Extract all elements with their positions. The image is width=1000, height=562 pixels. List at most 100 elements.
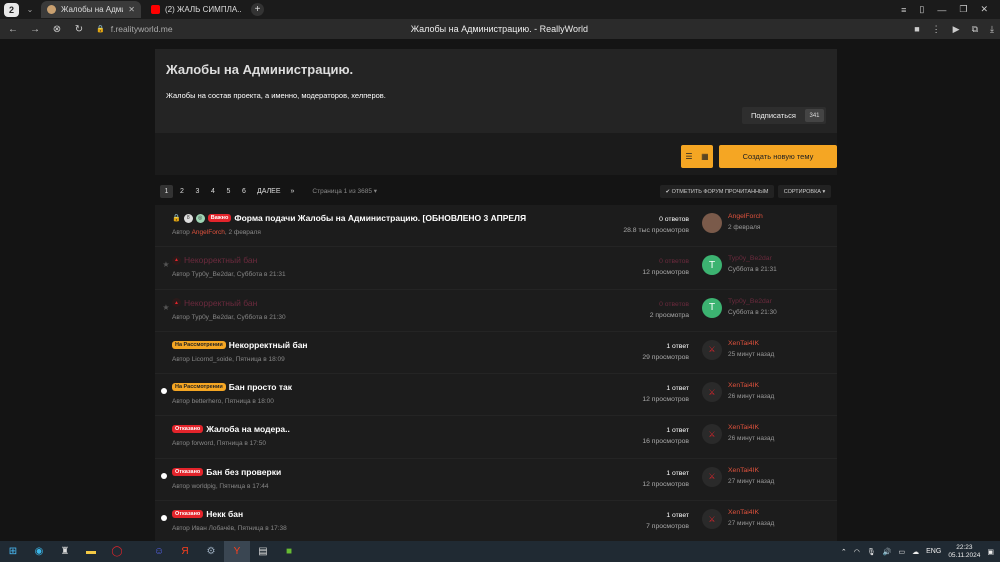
thread-row[interactable]: Отказано Бан без проверки Автор worldpig… — [155, 458, 837, 502]
thread-author[interactable]: Иван Лобачёв — [192, 525, 234, 532]
last-page-button[interactable]: » — [291, 188, 295, 195]
url-field[interactable]: 🔒 f.realityworld.me Жалобы на Администра… — [96, 21, 966, 37]
steam-icon[interactable]: ⚙ — [198, 541, 224, 562]
thread-title[interactable]: Бан просто так — [229, 382, 292, 392]
avatar[interactable] — [702, 213, 722, 233]
thread-author[interactable]: Licornd_soide — [192, 356, 232, 363]
avatar[interactable]: T — [702, 297, 722, 318]
display-icon[interactable]: ▭ — [899, 548, 906, 556]
thread-title[interactable]: Некорректный бан — [184, 298, 257, 308]
unread-dot-icon[interactable] — [161, 515, 167, 522]
page-jump[interactable]: Страница 1 из 3685 ▾ — [312, 187, 377, 195]
protect-icon[interactable]: ⊗ — [46, 24, 68, 35]
sort-button[interactable]: СОРТИРОВКА ▾ — [778, 185, 831, 198]
opera-icon[interactable]: ◯ — [104, 541, 130, 562]
thread-author[interactable]: forword — [192, 440, 214, 447]
list-view-icon[interactable]: ☰ — [685, 152, 692, 161]
volume-icon[interactable]: 🔊 — [883, 548, 892, 556]
thread-row[interactable]: ★ ▲ Некорректный бан Автор Typ0y_Be2dar,… — [155, 289, 837, 332]
clock[interactable]: 22:23 05.11.2024 — [948, 544, 980, 560]
close-window-icon[interactable]: ✕ — [980, 4, 988, 15]
subscribe-button[interactable]: Подписаться 341 — [742, 107, 826, 124]
last-post-user[interactable]: XenTai4IK — [728, 467, 759, 474]
page-2[interactable]: 2 — [176, 185, 189, 198]
explorer-icon[interactable]: ▬ — [78, 541, 104, 562]
thread-title[interactable]: Бан без проверки — [206, 467, 281, 477]
close-icon[interactable]: ✕ — [128, 5, 135, 14]
thread-author[interactable]: Typ0y_Be2dar — [192, 271, 234, 278]
last-post-user[interactable]: Typ0y_Be2dar — [728, 255, 772, 262]
thread-title[interactable]: Некк бан — [206, 509, 243, 519]
table-view-icon[interactable]: ▦ — [701, 152, 709, 161]
last-post-user[interactable]: XenTai4IK — [728, 424, 759, 431]
bookmark-icon[interactable]: ▯ — [919, 4, 924, 15]
thread-row[interactable]: ★ ▲ Некорректный бан Автор Typ0y_Be2dar,… — [155, 247, 837, 290]
download-icon[interactable]: ⤓ — [990, 24, 994, 35]
thread-author[interactable]: Typ0y_Be2dar — [192, 314, 234, 321]
page-6[interactable]: 6 — [238, 185, 251, 198]
yandex-icon[interactable]: Я — [172, 541, 198, 562]
view-toggle[interactable]: ☰ ▦ — [681, 145, 713, 168]
avatar[interactable]: ⚔ — [702, 466, 722, 487]
next-page-button[interactable]: ДАЛЕЕ — [257, 188, 281, 195]
forward-icon[interactable]: → — [24, 24, 46, 35]
menu-icon[interactable]: ≡ — [901, 5, 906, 15]
yandex-browser-icon[interactable]: Y — [224, 541, 250, 562]
restore-icon[interactable]: ❐ — [959, 4, 967, 15]
app2-icon[interactable]: ▤ — [250, 541, 276, 562]
thread-row[interactable]: 🔒 8 ◎ Важно Форма подачи Жалобы на Админи… — [155, 205, 837, 248]
thread-title[interactable]: Некорректный бан — [184, 255, 257, 265]
avatar[interactable]: ⚔ — [702, 339, 722, 360]
back-icon[interactable]: ← — [2, 24, 24, 35]
thread-title[interactable]: Некорректный бан — [229, 340, 308, 350]
thread-author[interactable]: AngelForch — [192, 229, 225, 236]
new-tab-button[interactable]: + — [251, 3, 264, 16]
minecraft-icon[interactable]: ■ — [276, 541, 302, 562]
bookmark-star-icon[interactable]: ■ — [914, 24, 919, 35]
thread-row[interactable]: На Рассмотрении Бан просто так Автор bet… — [155, 374, 837, 417]
wifi-icon[interactable]: ◠ — [854, 548, 860, 556]
star-icon[interactable]: ★ — [161, 303, 171, 312]
last-post-user[interactable]: XenTai4IK — [728, 340, 759, 347]
page-4[interactable]: 4 — [207, 185, 220, 198]
edge-icon[interactable]: ◉ — [26, 541, 52, 562]
chevron-down-icon[interactable]: ⌄ — [23, 5, 37, 14]
notifications-icon[interactable]: ▣ — [987, 548, 994, 556]
last-post-user[interactable]: XenTai4IK — [728, 509, 759, 516]
last-post-user[interactable]: AngelForch — [728, 213, 763, 220]
tab-forum[interactable]: Жалобы на Администрац ✕ — [41, 1, 141, 18]
thread-row[interactable]: Отказано Некк бан Автор Иван Лобачёв, Пя… — [155, 501, 837, 541]
thread-row[interactable]: На Рассмотрении Некорректный бан Автор L… — [155, 331, 837, 375]
media-icon[interactable]: ▶ — [953, 24, 960, 35]
thread-author[interactable]: betterhero — [192, 398, 222, 405]
avatar[interactable]: ⚔ — [702, 424, 722, 445]
page-3[interactable]: 3 — [191, 185, 204, 198]
last-post-user[interactable]: Typ0y_Be2dar — [728, 298, 772, 305]
language-indicator[interactable]: ENG — [926, 548, 941, 555]
page-1[interactable]: 1 — [160, 184, 173, 198]
mark-read-button[interactable]: ✔ ОТМЕТИТЬ ФОРУМ ПРОЧИТАННЫМ — [660, 185, 774, 198]
unread-dot-icon[interactable] — [161, 388, 167, 395]
avatar[interactable]: T — [702, 255, 722, 276]
last-post-user[interactable]: XenTai4IK — [728, 382, 759, 389]
app-icon[interactable]: ♜ — [52, 541, 78, 562]
discord-icon[interactable]: ☺ — [146, 541, 172, 562]
page-5[interactable]: 5 — [222, 185, 235, 198]
unread-dot-icon[interactable] — [161, 472, 167, 479]
cloud-icon[interactable]: ☁ — [912, 548, 919, 556]
more-icon[interactable]: ⋮ — [932, 24, 941, 35]
reload-icon[interactable]: ↻ — [68, 24, 90, 35]
minimize-icon[interactable]: — — [937, 5, 946, 15]
thread-author[interactable]: worldpig — [192, 483, 216, 490]
avatar[interactable]: ⚔ — [702, 509, 722, 530]
workspace-button[interactable]: 2 — [4, 2, 19, 17]
avatar[interactable]: ⚔ — [702, 382, 722, 403]
create-topic-button[interactable]: Создать новую тему — [719, 145, 837, 168]
star-icon[interactable]: ★ — [161, 260, 171, 269]
chevron-up-icon[interactable]: ⌃ — [841, 548, 847, 556]
downloads-icon[interactable]: ⧉ — [972, 24, 978, 35]
tab-youtube[interactable]: (2) ЖАЛЬ СИМПЛА... 😢 — [145, 1, 247, 18]
mic-icon[interactable]: 🎙 — [867, 548, 876, 556]
start-icon[interactable]: ⊞ — [0, 541, 26, 562]
thread-row[interactable]: Отказано Жалоба на модера.. Автор forwor… — [155, 416, 837, 459]
